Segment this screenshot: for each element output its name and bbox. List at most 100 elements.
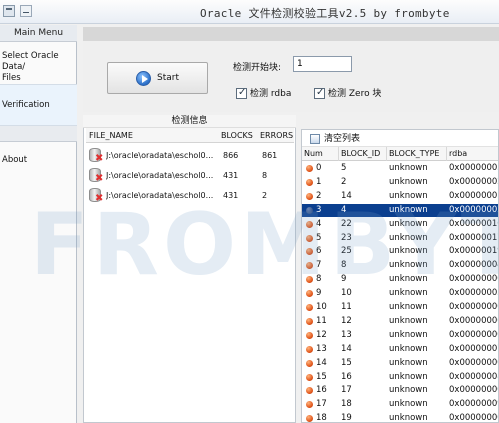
table-row[interactable]: 18 19 unknown 0x00000000 xyxy=(302,412,498,423)
table-row[interactable]: 0 5 unknown 0x00000005 xyxy=(302,162,498,175)
table-row[interactable]: 17 18 unknown 0x00000009 xyxy=(302,398,498,411)
block-rdba: 0x00000004 xyxy=(449,260,498,271)
block-id: 19 xyxy=(341,413,352,423)
menu-item-about[interactable]: About xyxy=(0,155,77,171)
col-block-type[interactable]: BLOCK_TYPE xyxy=(386,147,446,161)
error-status-icon xyxy=(306,359,313,367)
block-type: unknown xyxy=(389,204,428,215)
block-rdba: 0x00000000 xyxy=(449,357,498,368)
error-status-icon xyxy=(306,317,313,325)
error-status-icon xyxy=(306,206,313,214)
table-row[interactable]: 15 16 unknown 0x00000008 xyxy=(302,371,498,384)
check-rdba-box[interactable] xyxy=(236,87,247,99)
block-type: unknown xyxy=(389,399,428,410)
block-type: unknown xyxy=(389,357,428,368)
check-zero-box[interactable] xyxy=(314,87,325,99)
app-menu-icon[interactable] xyxy=(3,5,15,17)
error-status-icon xyxy=(306,331,313,339)
file-errors: 8 xyxy=(262,171,268,180)
error-status-icon xyxy=(306,415,313,423)
block-id: 13 xyxy=(341,329,352,340)
error-status-icon xyxy=(306,234,313,242)
error-status-icon xyxy=(306,401,313,409)
col-num[interactable]: Num xyxy=(302,147,338,161)
menu-item-select-files-line1: Select Oracle Data/ xyxy=(2,51,59,72)
block-num: 0 xyxy=(316,163,322,173)
block-id: 14 xyxy=(341,343,352,354)
table-row[interactable]: 4 22 unknown 0x00000016 xyxy=(302,218,498,231)
col-block-id[interactable]: BLOCK_ID xyxy=(338,147,386,161)
block-type: unknown xyxy=(389,371,428,382)
block-rdba: 0x00000008 xyxy=(449,371,498,382)
block-type: unknown xyxy=(389,260,428,271)
block-rdba: 0x00000017 xyxy=(449,232,498,243)
block-id: 25 xyxy=(341,246,352,257)
block-num: 1 xyxy=(316,176,322,187)
block-id: 10 xyxy=(341,288,352,299)
files-panel-title: 检测信息 xyxy=(83,115,296,128)
block-num: 2 xyxy=(316,190,322,201)
error-status-icon xyxy=(306,345,313,353)
table-row[interactable]: 11 12 unknown 0x00000006 xyxy=(302,315,498,328)
table-row[interactable]: 6 25 unknown 0x00000019 xyxy=(302,245,498,258)
file-row[interactable]: ✖ J:\oracle\oradata\eschol0... 431 2 xyxy=(86,187,294,207)
block-id: 23 xyxy=(341,232,352,243)
col-file-name[interactable]: FILE_NAME xyxy=(89,128,133,143)
block-type: unknown xyxy=(389,288,428,299)
block-id: 9 xyxy=(341,274,347,285)
start-block-input[interactable] xyxy=(293,56,352,72)
clear-list-button[interactable]: 清空列表 xyxy=(307,132,381,146)
main-menu-header: Main Menu xyxy=(0,25,77,42)
error-status-icon xyxy=(306,192,313,200)
table-row[interactable]: 5 23 unknown 0x00000017 xyxy=(302,232,498,245)
file-row[interactable]: ✖ J:\oracle\oradata\eschol0... 431 8 xyxy=(86,167,294,187)
database-error-icon: ✖ xyxy=(89,168,103,184)
play-icon xyxy=(136,71,151,86)
block-type: unknown xyxy=(389,163,428,173)
block-rdba: 0x00000007 xyxy=(449,343,498,354)
table-row[interactable]: 9 10 unknown 0x00000005 xyxy=(302,287,498,300)
error-status-icon xyxy=(306,220,313,228)
table-row[interactable]: 7 8 unknown 0x00000004 xyxy=(302,259,498,272)
table-row[interactable]: 14 15 unknown 0x00000000 xyxy=(302,357,498,370)
block-id: 14 xyxy=(341,190,352,201)
error-status-icon xyxy=(306,262,313,270)
menu-item-select-files[interactable]: Select Oracle Data/ Files xyxy=(0,51,77,85)
file-row[interactable]: ✖ J:\oracle\oradata\eschol0... 866 861 xyxy=(86,147,294,167)
table-row[interactable]: 13 14 unknown 0x00000007 xyxy=(302,343,498,356)
block-rdba: 0x00000002 xyxy=(449,204,498,215)
block-num: 7 xyxy=(316,260,322,271)
block-rdba: 0x00000006 xyxy=(449,315,498,326)
block-num: 6 xyxy=(316,246,322,257)
block-rdba: 0x00000000 xyxy=(449,413,498,423)
error-status-icon xyxy=(306,178,313,186)
start-button[interactable]: Start xyxy=(107,62,208,94)
col-blocks[interactable]: BLOCKS xyxy=(221,128,253,143)
file-blocks: 866 xyxy=(223,151,239,160)
minimize-icon[interactable] xyxy=(20,5,32,17)
table-row[interactable]: 2 14 unknown 0x0000000E xyxy=(302,190,498,203)
table-row[interactable]: 3 4 unknown 0x00000002 xyxy=(302,203,498,217)
block-id: 4 xyxy=(341,204,347,215)
block-type: unknown xyxy=(389,190,428,201)
table-row[interactable]: 10 11 unknown 0x00000000 xyxy=(302,301,498,314)
table-row[interactable]: 12 13 unknown 0x00000000 xyxy=(302,329,498,342)
block-rdba: 0x00000019 xyxy=(449,246,498,257)
menu-item-verification[interactable]: Verification xyxy=(0,84,77,126)
block-type: unknown xyxy=(389,385,428,396)
title-bar: Oracle 文件检测校验工具v2.5 by frombyte xyxy=(0,0,499,24)
menu-item-select-files-line2: Files xyxy=(2,73,21,83)
block-type: unknown xyxy=(389,232,428,243)
main-menu: Main Menu Select Oracle Data/ Files Veri… xyxy=(0,25,77,423)
table-row[interactable]: 1 2 unknown 0x00000002 xyxy=(302,176,498,189)
block-num: 10 xyxy=(316,302,327,312)
col-errors[interactable]: ERRORS xyxy=(260,128,293,143)
table-row[interactable]: 16 17 unknown 0x00000000 xyxy=(302,384,498,397)
table-row[interactable]: 8 9 unknown 0x00000000 xyxy=(302,273,498,286)
start-block-label: 检测开始块: xyxy=(233,63,282,73)
block-rdba: 0x00000000 xyxy=(449,329,498,340)
block-id: 12 xyxy=(341,315,352,326)
control-panel-header xyxy=(83,27,499,41)
block-rdba: 0x00000009 xyxy=(449,399,498,410)
col-rdba[interactable]: rdba xyxy=(446,147,498,161)
